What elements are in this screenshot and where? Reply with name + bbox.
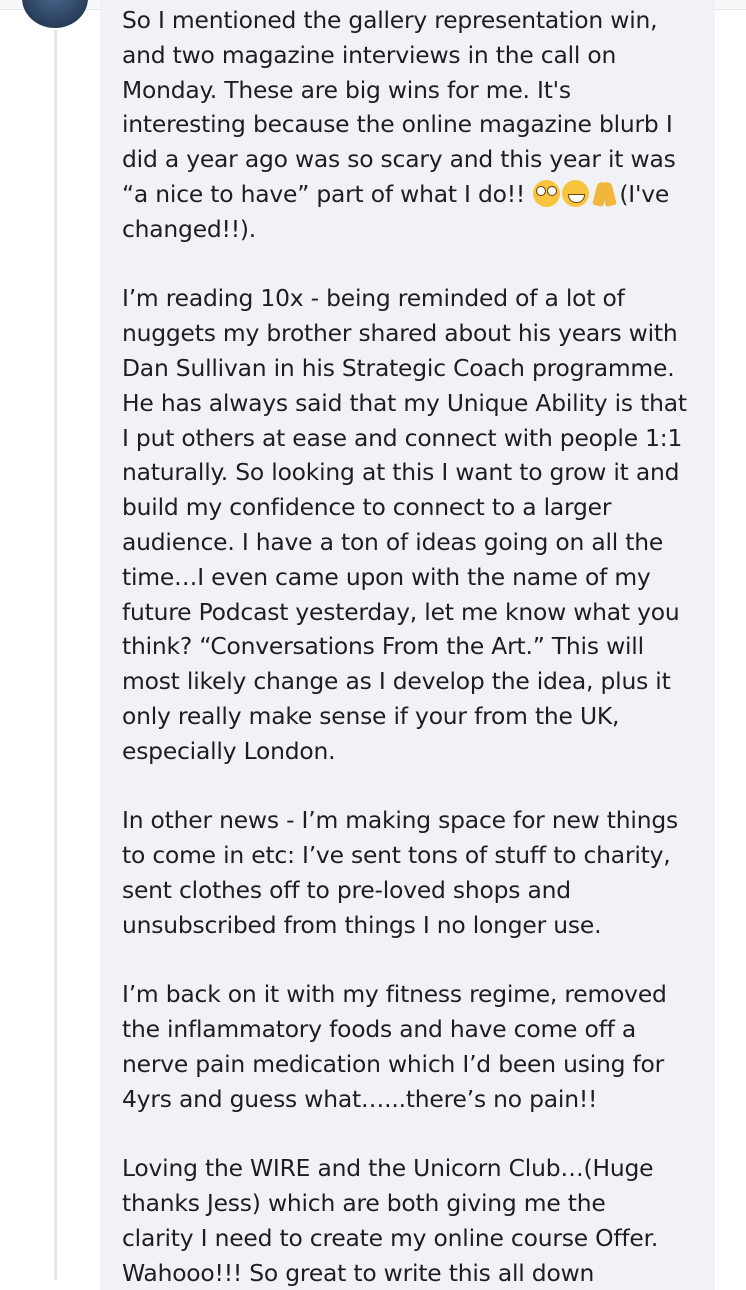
text-line: future Podcast yesterday, let me know wh… [122,597,680,626]
text-line: nerve pain medication which I’d been usi… [122,1049,665,1078]
text-line: Wahooo!!! So great to write this all dow… [122,1258,595,1287]
text-line: most likely change as I develop the idea… [122,667,671,696]
text-line: nuggets my brother shared about his year… [122,319,678,348]
grinning-face-icon [562,179,590,207]
text-line: only really make sense if your from the … [122,701,620,730]
text-segment: “a nice to have” part of what I do!! [122,179,526,208]
text-line: I’m reading 10x - being reminded of a lo… [122,284,625,313]
text-line: audience. I have a ton of ideas going on… [122,527,664,556]
text-line: to come in etc: I’ve sent tons of stuff … [122,841,671,870]
text-line: naturally. So looking at this I want to … [122,458,680,487]
text-line: did a year ago was so scary and this yea… [122,145,676,174]
text-line: clarity I need to create my online cours… [122,1223,659,1252]
text-line: Dan Sullivan in his Strategic Coach prog… [122,353,675,382]
text-line: 4yrs and guess what…...there’s no pain!! [122,1084,598,1113]
reply-thread-line [54,30,57,1280]
text-line: and two magazine interviews in the call … [122,40,617,69]
text-line: I put others at ease and connect with pe… [122,423,683,452]
text-line: especially London. [122,736,336,765]
text-line: think? “Conversations From the Art.” Thi… [122,632,644,661]
text-line-with-emojis: “a nice to have” part of what I do!! (I'… [122,177,707,212]
text-line: changed!!). [122,214,257,243]
folded-hands-icon [591,180,618,207]
text-line: Monday. These are big wins for me. It's [122,75,571,104]
text-line: unsubscribed from things I no longer use… [122,910,602,939]
comment-paragraph-3: In other news - I’m making space for new… [122,803,707,942]
text-line: He has always said that my Unique Abilit… [122,388,687,417]
text-segment: (I've [619,179,670,208]
text-line: thanks Jess) which are both giving me th… [122,1189,606,1218]
avatar[interactable] [22,0,88,28]
comment-paragraph-5: Loving the WIRE and the Unicorn Club…(Hu… [122,1151,707,1290]
text-line: In other news - I’m making space for new… [122,806,678,835]
text-line: time…I even came upon with the name of m… [122,562,651,591]
text-line: Loving the WIRE and the Unicorn Club…(Hu… [122,1154,654,1183]
text-line: sent clothes off to pre-loved shops and [122,875,571,904]
comment-body: So I mentioned the gallery representatio… [122,3,707,1290]
text-line: the inflammatory foods and have come off… [122,1015,637,1044]
text-line: So I mentioned the gallery representatio… [122,6,658,34]
text-line: interesting because the online magazine … [122,110,673,139]
text-line: I’m back on it with my fitness regime, r… [122,980,667,1009]
comment-paragraph-4: I’m back on it with my fitness regime, r… [122,977,707,1116]
comment-paragraph-1: So I mentioned the gallery representatio… [122,3,707,247]
comment-paragraph-2: I’m reading 10x - being reminded of a lo… [122,281,707,768]
text-line: build my confidence to connect to a larg… [122,493,612,522]
flushed-face-icon [533,179,561,207]
